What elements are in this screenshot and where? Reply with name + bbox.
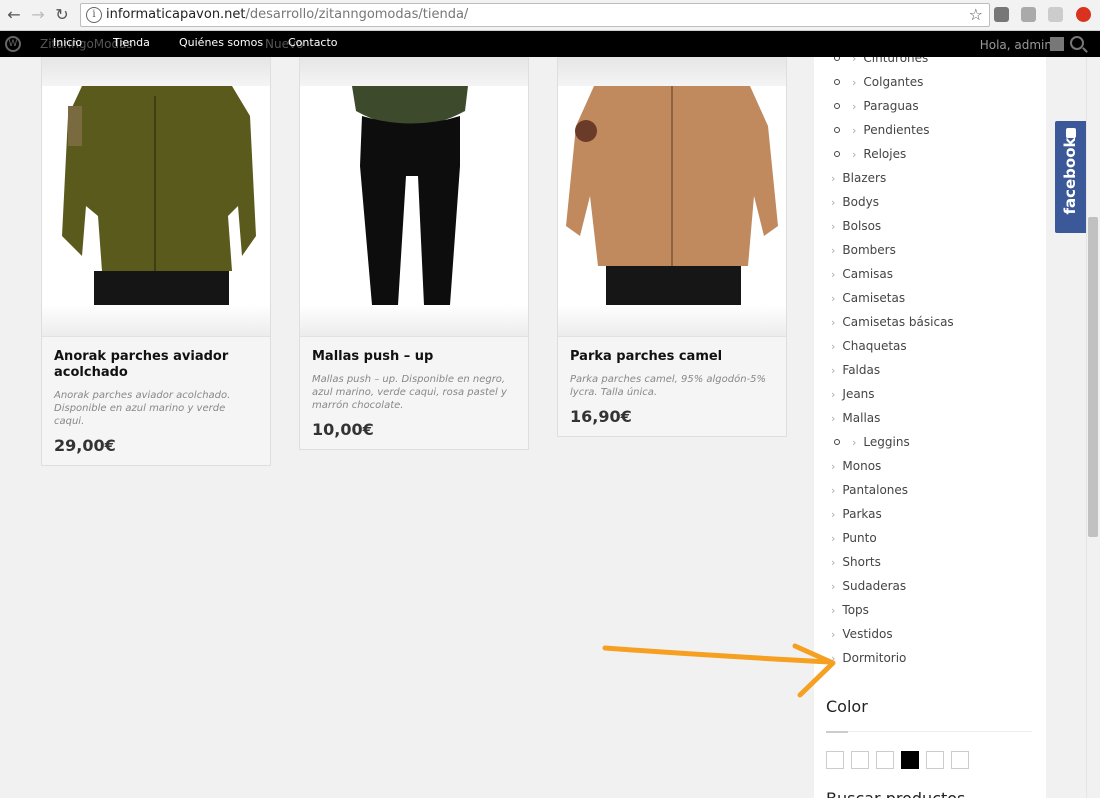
category-link[interactable]: › Pantalones <box>831 483 908 497</box>
search-products-title: Buscar productos <box>826 789 965 798</box>
color-filter-title: Color <box>826 697 868 716</box>
info-icon[interactable]: i <box>86 7 102 23</box>
category-link[interactable]: › Leggins <box>852 435 910 449</box>
category-link[interactable]: › Camisetas básicas <box>831 315 954 329</box>
category-link-dormitorio[interactable]: › Dormitorio <box>831 651 906 665</box>
category-link[interactable]: › Camisas <box>831 267 893 281</box>
product-price: 29,00€ <box>54 436 116 455</box>
category-link[interactable]: › Paraguas <box>852 99 919 113</box>
color-swatch[interactable] <box>851 751 869 769</box>
url-text[interactable]: informaticapavon.net/desarrollo/zitanngo… <box>106 7 468 22</box>
product-image[interactable] <box>42 57 270 336</box>
admin-bar: W ZitanngoModas Nuevo Inicio Tienda Quié… <box>0 31 1100 57</box>
forward-icon[interactable]: → <box>28 5 48 25</box>
category-link[interactable]: › Relojes <box>852 147 906 161</box>
product-image[interactable] <box>558 57 786 336</box>
address-bar[interactable]: i informaticapavon.net/desarrollo/zitann… <box>80 3 990 27</box>
list-bullet <box>834 79 840 85</box>
howdy-admin[interactable]: Hola, admin <box>980 38 1052 52</box>
extension-red-icon[interactable] <box>1076 7 1091 22</box>
browser-toolbar: ← → ↻ i informaticapavon.net/desarrollo/… <box>0 0 1100 31</box>
category-link[interactable]: › Punto <box>831 531 877 545</box>
extension-puzzle-icon[interactable] <box>1048 7 1063 22</box>
leggings-illustration <box>352 86 468 305</box>
color-swatch[interactable] <box>926 751 944 769</box>
category-link[interactable]: › Sudaderas <box>831 579 906 593</box>
extension-icon[interactable] <box>1021 7 1036 22</box>
category-link[interactable]: › Faldas <box>831 363 880 377</box>
color-swatch[interactable] <box>951 751 969 769</box>
product-description: Parka parches camel, 95% algodón-5% lycr… <box>570 374 767 398</box>
category-link[interactable]: › Blazers <box>831 171 886 185</box>
shop-sidebar: › Cinturones › Colgantes › Paraguas › Pendie… <box>814 57 1046 798</box>
product-title[interactable]: Mallas push – up <box>312 349 516 365</box>
parka-illustration <box>566 86 778 305</box>
color-swatch[interactable] <box>876 751 894 769</box>
menu-contacto[interactable]: Contacto <box>288 36 338 49</box>
category-link[interactable]: › Pendientes <box>852 123 929 137</box>
category-link[interactable]: › Mallas <box>831 411 880 425</box>
list-bullet <box>834 57 840 61</box>
scrollbar-thumb[interactable] <box>1088 217 1098 537</box>
category-link[interactable]: › Parkas <box>831 507 882 521</box>
product-card[interactable]: Mallas push – up Mallas push – up. Dispo… <box>299 57 529 450</box>
list-bullet <box>834 439 840 445</box>
category-link[interactable]: › Camisetas <box>831 291 905 305</box>
search-icon[interactable] <box>1070 36 1084 50</box>
menu-inicio[interactable]: Inicio <box>53 36 82 49</box>
category-link[interactable]: › Bombers <box>831 243 896 257</box>
list-bullet <box>834 103 840 109</box>
facebook-label: facebook <box>1061 137 1079 215</box>
avatar[interactable] <box>1050 37 1064 51</box>
category-link[interactable]: › Cinturones <box>852 57 928 65</box>
product-description: Anorak parches aviador acolchado. Dispon… <box>54 390 231 427</box>
category-link[interactable]: › Vestidos <box>831 627 893 641</box>
product-card[interactable]: Parka parches camel Parka parches camel,… <box>557 57 787 437</box>
color-swatch[interactable] <box>826 751 844 769</box>
menu-quienes-somos[interactable]: Quiénes somos <box>179 36 263 49</box>
back-icon[interactable]: ← <box>4 5 24 25</box>
menu-tienda[interactable]: Tienda <box>113 36 150 49</box>
category-link[interactable]: › Jeans <box>831 387 875 401</box>
product-price: 16,90€ <box>570 407 632 426</box>
list-bullet <box>834 151 840 157</box>
category-link[interactable]: › Monos <box>831 459 881 473</box>
product-title[interactable]: Anorak parches aviador acolchado <box>54 349 258 381</box>
wordpress-logo-icon[interactable]: W <box>5 36 21 52</box>
category-link[interactable]: › Shorts <box>831 555 881 569</box>
reload-icon[interactable]: ↻ <box>52 5 72 25</box>
bookmark-star-icon[interactable]: ☆ <box>969 5 983 24</box>
category-link[interactable]: › Chaquetas <box>831 339 907 353</box>
list-bullet <box>834 127 840 133</box>
product-card[interactable]: Anorak parches aviador acolchado Anorak … <box>41 57 271 466</box>
facebook-tab[interactable]: facebook <box>1055 121 1086 233</box>
color-swatch-black[interactable] <box>901 751 919 769</box>
product-image[interactable] <box>300 57 528 336</box>
category-link[interactable]: › Colgantes <box>852 75 923 89</box>
extension-pocket-icon[interactable] <box>994 7 1009 22</box>
anorak-illustration <box>62 86 256 305</box>
category-link[interactable]: › Bolsos <box>831 219 881 233</box>
product-description: Mallas push – up. Disponible en negro, a… <box>312 374 507 411</box>
product-price: 10,00€ <box>312 420 374 439</box>
category-link[interactable]: › Bodys <box>831 195 879 209</box>
product-title[interactable]: Parka parches camel <box>570 349 774 365</box>
divider <box>826 731 1032 733</box>
category-link[interactable]: › Tops <box>831 603 869 617</box>
